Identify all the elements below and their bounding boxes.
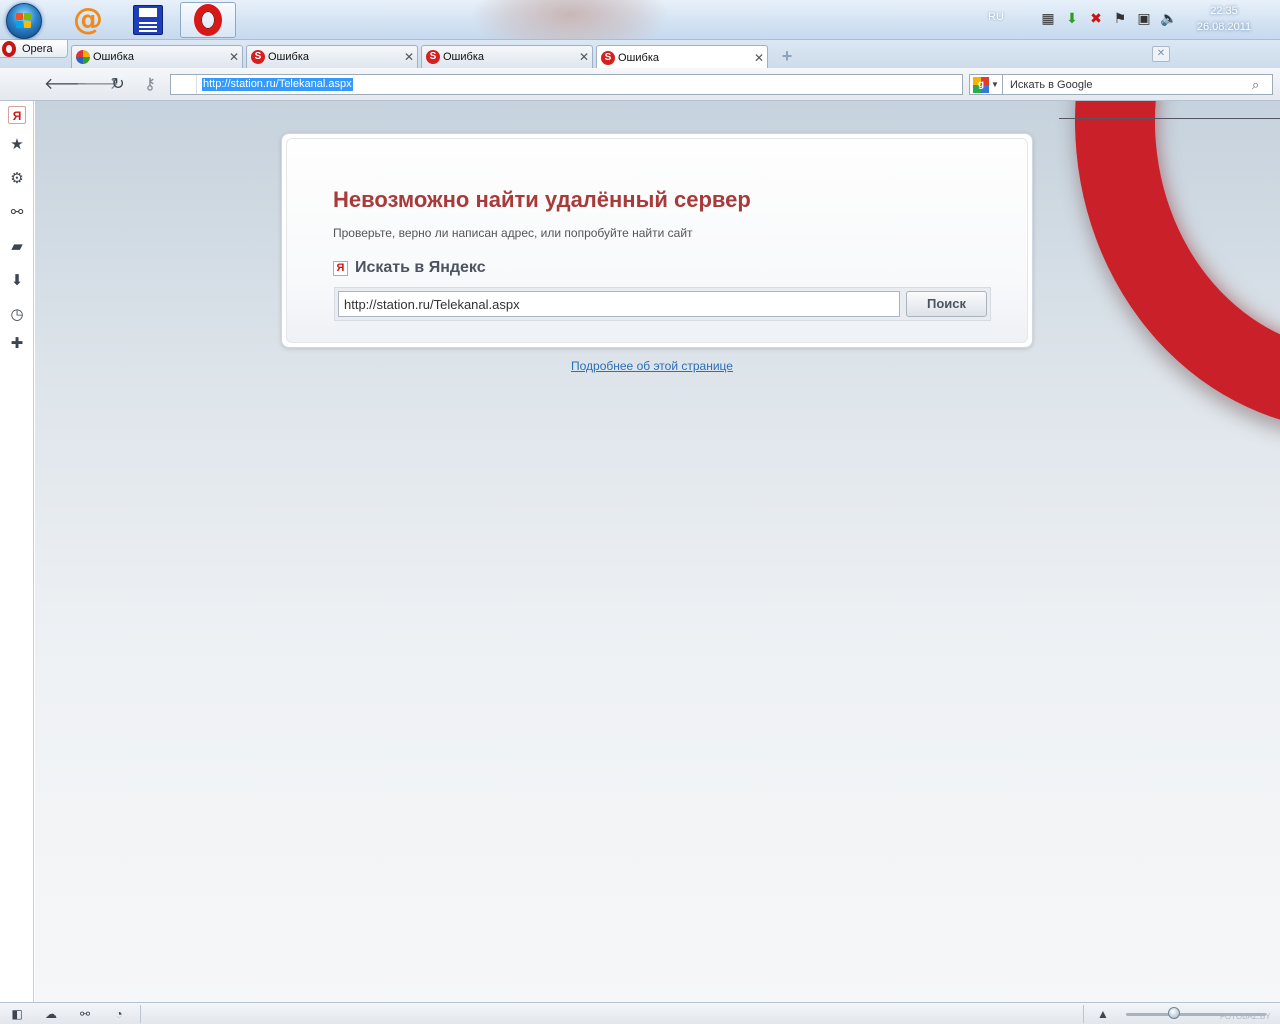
tab-2[interactable]: S Ошибка ✕: [246, 45, 418, 68]
tab-label: Ошибка: [93, 51, 134, 63]
cloud-sync-icon[interactable]: ☁: [43, 1006, 59, 1022]
history-clock-icon[interactable]: ◷: [8, 306, 26, 324]
tab-label: Ошибка: [268, 51, 309, 63]
watermark-text: FOTOBAZ.BY: [1220, 1012, 1271, 1021]
chevron-up-icon[interactable]: ▲: [1095, 1006, 1111, 1022]
opera-menu-label: Opera: [22, 42, 53, 55]
panel-toggle-icon[interactable]: ◧: [9, 1006, 25, 1022]
close-icon[interactable]: ✕: [226, 50, 242, 64]
windows-flag-icon: [16, 13, 32, 29]
network-error-icon[interactable]: ✖: [1088, 10, 1104, 26]
tab-4-active[interactable]: S Ошибка ✕: [596, 45, 768, 69]
taskbar-app-mail[interactable]: @: [60, 2, 116, 38]
zoom-slider-thumb[interactable]: [1167, 1007, 1180, 1019]
clock-time: 22:35: [1210, 5, 1238, 17]
volume-icon[interactable]: 🔈: [1160, 10, 1177, 26]
opera-logo-icon: [2, 40, 16, 57]
yandex-logo-icon: Я: [333, 261, 348, 276]
close-icon[interactable]: ✕: [401, 50, 417, 64]
downloads-icon[interactable]: ⬇: [8, 272, 26, 290]
close-icon[interactable]: ✕: [751, 51, 767, 65]
opera-logo-background: [1075, 101, 1280, 431]
error-card: Невозможно найти удалённый сервер Провер…: [281, 133, 1033, 348]
yandex-icon[interactable]: Я: [8, 106, 26, 124]
system-clock[interactable]: 22:35 26.08.2011: [1192, 3, 1256, 35]
red-s-favicon-icon: S: [426, 50, 440, 64]
tab-label: Ошибка: [618, 51, 659, 64]
background-divider: [1059, 118, 1280, 119]
tab-label: Ошибка: [443, 51, 484, 63]
site-info-badge[interactable]: [171, 75, 197, 94]
opera-icon: [194, 4, 222, 36]
key-icon[interactable]: ⚷: [140, 75, 160, 95]
status-separator: [1083, 1005, 1084, 1023]
settings-gear-icon[interactable]: ⚙: [8, 170, 26, 188]
at-sign-icon: @: [73, 2, 103, 37]
back-arrow-icon[interactable]: 🡐: [44, 75, 87, 95]
red-s-favicon-icon: S: [251, 50, 265, 64]
status-bar: ◧ ☁ ⚯ ◔ ▲ FOTOBAZ.BY: [0, 1002, 1280, 1024]
add-panel-icon[interactable]: ✚: [8, 335, 26, 353]
search-engine-selector[interactable]: g ▼: [969, 74, 1003, 95]
search-icon[interactable]: ⌕: [1252, 77, 1268, 93]
search-heading: Искать в Яндекс: [355, 259, 486, 276]
unite-icon[interactable]: ⚯: [8, 204, 26, 222]
trash-icon[interactable]: ✕: [1152, 46, 1170, 62]
tab-bar: Opera Ошибка ✕ S Ошибка ✕ S Ошибка ✕ S О…: [0, 40, 1280, 69]
search-input[interactable]: Искать в Google ⌕: [1003, 74, 1273, 95]
address-field[interactable]: http://station.ru/Telekanal.aspx: [170, 74, 963, 95]
reload-icon[interactable]: ↻: [108, 75, 128, 95]
yandex-search-input[interactable]: [338, 291, 900, 317]
close-icon[interactable]: ✕: [576, 50, 592, 64]
page-content: Невозможно найти удалённый сервер Провер…: [35, 101, 1280, 1002]
search-placeholder: Искать в Google: [1010, 79, 1093, 91]
turbo-speedometer-icon[interactable]: ◔: [111, 1006, 127, 1022]
search-button[interactable]: Поиск: [906, 291, 987, 317]
yandex-search-form: Поиск: [334, 287, 991, 321]
forward-arrow-icon[interactable]: 🡒: [76, 75, 119, 95]
floppy-icon: [133, 5, 163, 35]
tab-1[interactable]: Ошибка ✕: [71, 45, 243, 68]
status-separator: [140, 1005, 141, 1023]
opera-menu-button[interactable]: Opera: [0, 40, 68, 58]
taskbar-app-opera[interactable]: [180, 2, 236, 38]
red-s-favicon-icon: S: [601, 50, 615, 65]
tab-3[interactable]: S Ошибка ✕: [421, 45, 593, 68]
clock-date: 26.08.2011: [1196, 21, 1252, 33]
error-card-inner: Невозможно найти удалённый сервер Провер…: [286, 138, 1028, 343]
navigation-bar: 🡐 🡒 ↻ ⚷ http://station.ru/Telekanal.aspx…: [0, 68, 1280, 101]
start-button[interactable]: [6, 3, 42, 39]
new-tab-plus-icon[interactable]: +: [778, 47, 796, 66]
unite-icon[interactable]: ⚯: [77, 1006, 93, 1022]
more-info-link[interactable]: Подробнее об этой странице: [571, 359, 733, 373]
language-indicator[interactable]: RU: [988, 11, 1004, 23]
bookmarks-star-icon[interactable]: ★: [8, 136, 26, 154]
notes-icon[interactable]: ▰: [8, 238, 26, 256]
error-description: Проверьте, верно ли написан адрес, или п…: [333, 226, 693, 240]
system-tray: ▦ ⬇ ✖ ⚑ ▣ 🔈: [1040, 10, 1177, 26]
download-arrow-icon[interactable]: ⬇: [1064, 10, 1080, 26]
windows-taskbar: @ RU ▦ ⬇ ✖ ⚑ ▣ 🔈 22:35 26.08.2011: [0, 0, 1280, 60]
address-text-selected[interactable]: http://station.ru/Telekanal.aspx: [202, 78, 353, 91]
tray-app-icon[interactable]: ▦: [1040, 10, 1056, 26]
chevron-down-icon: ▼: [991, 80, 999, 89]
google-icon: g: [973, 76, 989, 93]
action-center-flag-icon[interactable]: ⚑: [1112, 10, 1128, 26]
colorful-favicon-icon: [76, 50, 90, 64]
taskbar-app-save[interactable]: [120, 2, 176, 38]
panel-sidebar: Я ★ ⚙ ⚯ ▰ ⬇ ◷ ✚: [0, 101, 34, 1002]
power-icon[interactable]: ▣: [1136, 10, 1152, 26]
error-title: Невозможно найти удалённый сервер: [333, 187, 751, 212]
